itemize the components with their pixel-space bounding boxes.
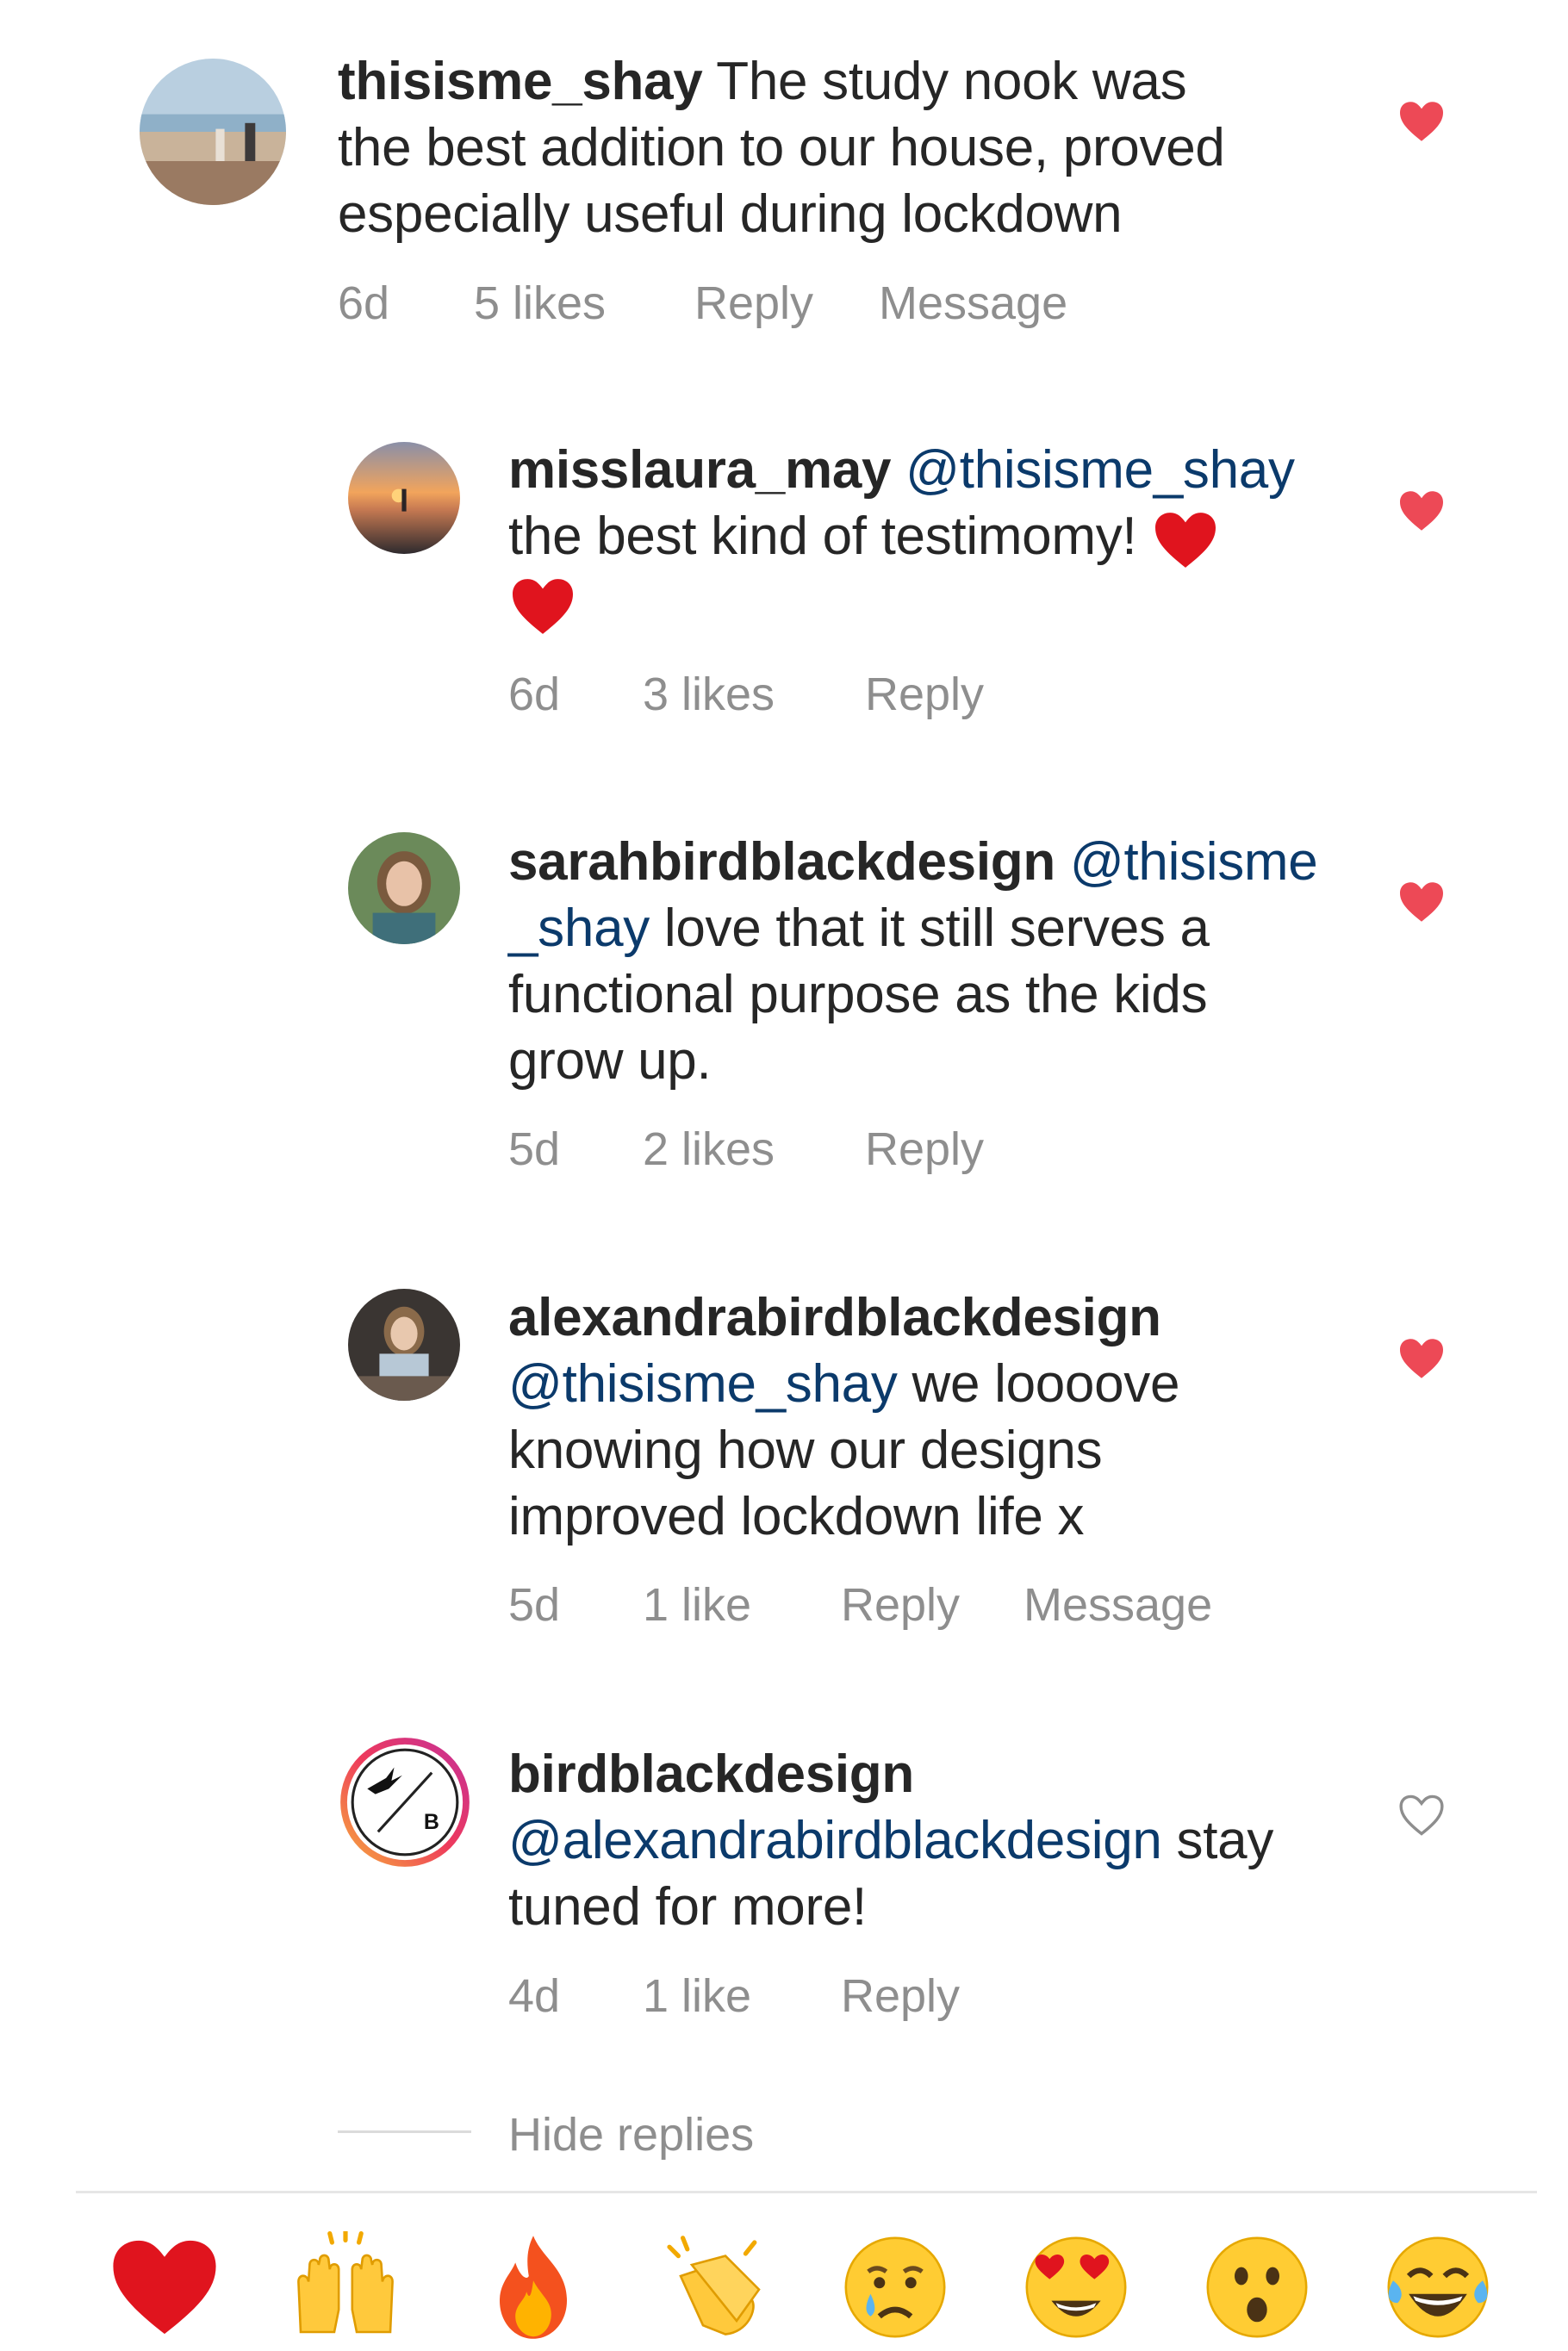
comment-text: functional purpose as the kids <box>508 965 1208 1024</box>
birdblackdesign-logo: B <box>340 1738 470 1867</box>
heart-eyes-face-icon[interactable] <box>1020 2231 1132 2343</box>
red-heart-emoji-icon <box>1151 510 1220 570</box>
like-heart-outline-icon[interactable] <box>1397 1794 1446 1837</box>
hide-replies-button[interactable]: Hide replies <box>508 2109 754 2161</box>
comment-meta: 6d 5 likes Reply Message <box>338 277 1199 329</box>
avatar[interactable] <box>140 59 286 205</box>
avatar-portrait-photo <box>348 832 460 944</box>
crying-face-icon[interactable] <box>839 2231 951 2343</box>
comment-text: love that it still serves a <box>663 899 1210 958</box>
comment-text: tuned for more! <box>508 1877 867 1937</box>
comment-meta: 6d 3 likes Reply <box>508 669 1198 720</box>
clapping-hands-icon[interactable] <box>658 2231 770 2343</box>
timestamp: 5d <box>508 1579 561 1631</box>
username[interactable]: alexandrabirdblackdesign <box>508 1288 1161 1347</box>
comment-text: knowing how our designs <box>508 1421 1103 1480</box>
reply-button[interactable]: Reply <box>841 1970 960 2022</box>
quick-reactions-bar <box>0 2231 1568 2351</box>
reply-button[interactable]: Reply <box>694 277 813 329</box>
comment-meta: 5d 1 like Reply Message <box>508 1579 1370 1631</box>
avatar-beach-photo <box>140 59 286 205</box>
surprised-face-icon[interactable] <box>1201 2231 1313 2343</box>
comment-text: stay <box>1176 1811 1274 1870</box>
timestamp: 6d <box>338 277 390 329</box>
reply-button[interactable]: Reply <box>865 669 984 720</box>
reply-button[interactable]: Reply <box>865 1123 984 1175</box>
timestamp: 5d <box>508 1123 561 1175</box>
timestamp: 4d <box>508 1970 561 2022</box>
tears-of-joy-face-icon[interactable] <box>1382 2231 1494 2343</box>
like-heart-icon[interactable] <box>1397 489 1446 532</box>
avatar-portrait-photo <box>348 1289 460 1401</box>
comment-text: we loooove <box>912 1354 1180 1414</box>
comment-text: The study nook was <box>716 52 1187 111</box>
raised-hands-icon[interactable] <box>289 2231 401 2343</box>
likes-count[interactable]: 2 likes <box>643 1123 775 1175</box>
likes-count[interactable]: 1 like <box>643 1970 751 2022</box>
logo-letter: B <box>424 1810 439 1834</box>
comment-text: the best kind of testimomy! <box>508 507 1137 566</box>
likes-count[interactable]: 5 likes <box>474 277 606 329</box>
likes-count[interactable]: 3 likes <box>643 669 775 720</box>
red-heart-icon[interactable] <box>109 2231 221 2343</box>
timestamp: 6d <box>508 669 561 720</box>
mention-link[interactable]: @thisisme_shay <box>508 1354 898 1414</box>
username[interactable]: birdblackdesign <box>508 1745 914 1804</box>
message-button[interactable]: Message <box>879 277 1067 329</box>
reply-button[interactable]: Reply <box>841 1579 960 1631</box>
mention-link[interactable]: @alexandrabirdblackdesign <box>508 1811 1162 1870</box>
comment-meta: 5d 2 likes Reply <box>508 1123 1198 1175</box>
username[interactable]: misslaura_may <box>508 440 891 500</box>
avatar[interactable]: B <box>338 1735 472 1869</box>
comment-text: improved lockdown life x <box>508 1487 1085 1546</box>
avatar-sunset-photo <box>348 442 460 554</box>
fire-icon[interactable] <box>477 2231 589 2343</box>
comment-text: especially useful during lockdown <box>338 184 1123 244</box>
hide-replies-divider <box>338 2130 471 2133</box>
comment-meta: 4d 1 like Reply <box>508 1970 1198 2022</box>
likes-count[interactable]: 1 like <box>643 1579 751 1631</box>
red-heart-emoji-icon <box>508 576 577 637</box>
comment-text: grow up. <box>508 1031 712 1091</box>
avatar[interactable] <box>348 832 460 944</box>
avatar[interactable] <box>348 1289 460 1401</box>
reactions-divider <box>76 2191 1537 2193</box>
avatar[interactable] <box>348 442 460 554</box>
comment-text: the best addition to our house, proved <box>338 118 1225 177</box>
like-heart-icon[interactable] <box>1397 100 1446 143</box>
username[interactable]: sarahbirdblackdesign <box>508 832 1055 892</box>
mention-link[interactable]: @thisisme_shay <box>905 440 1295 500</box>
like-heart-icon[interactable] <box>1397 880 1446 924</box>
mention-link[interactable]: _shay <box>508 899 650 958</box>
mention-link[interactable]: @thisisme <box>1070 832 1318 892</box>
message-button[interactable]: Message <box>1024 1579 1212 1631</box>
username[interactable]: thisisme_shay <box>338 52 703 111</box>
like-heart-icon[interactable] <box>1397 1337 1446 1380</box>
